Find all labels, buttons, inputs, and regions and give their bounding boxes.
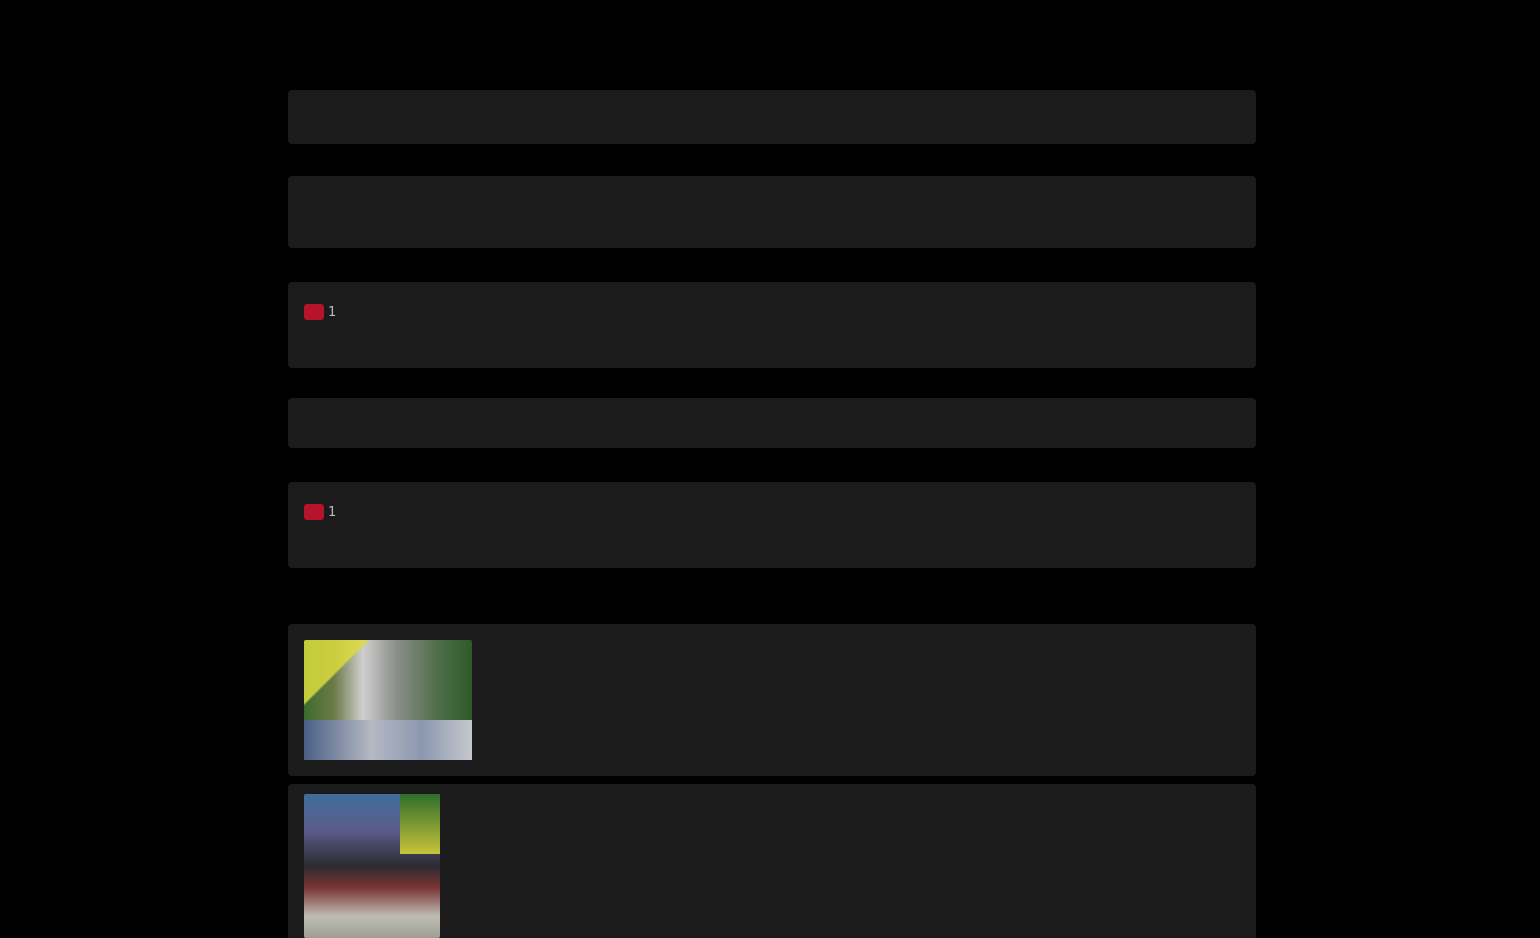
reaction-badge[interactable]: 1 (304, 504, 336, 520)
message-bubble[interactable] (288, 176, 1256, 248)
photo-thumbnail[interactable] (304, 794, 440, 938)
message-header (288, 154, 1256, 174)
message-bubble[interactable] (288, 398, 1256, 448)
message-header (288, 374, 1256, 394)
message-bubble[interactable]: 1 (288, 282, 1256, 368)
reaction-badge[interactable]: 1 (304, 304, 336, 320)
reaction-count: 1 (328, 504, 337, 520)
message-header (288, 70, 1256, 90)
heart-icon (304, 304, 324, 320)
chat-screen: 1 1 (0, 0, 1540, 938)
message-header (288, 460, 1256, 480)
heart-icon (304, 504, 324, 520)
message-bubble[interactable]: 1 (288, 482, 1256, 568)
message-header (288, 260, 1256, 280)
header-top-text (648, 0, 896, 4)
photo-thumbnail[interactable] (304, 640, 472, 760)
message-header (288, 602, 1256, 622)
message-bubble[interactable] (288, 90, 1256, 144)
reaction-count: 1 (328, 304, 337, 320)
